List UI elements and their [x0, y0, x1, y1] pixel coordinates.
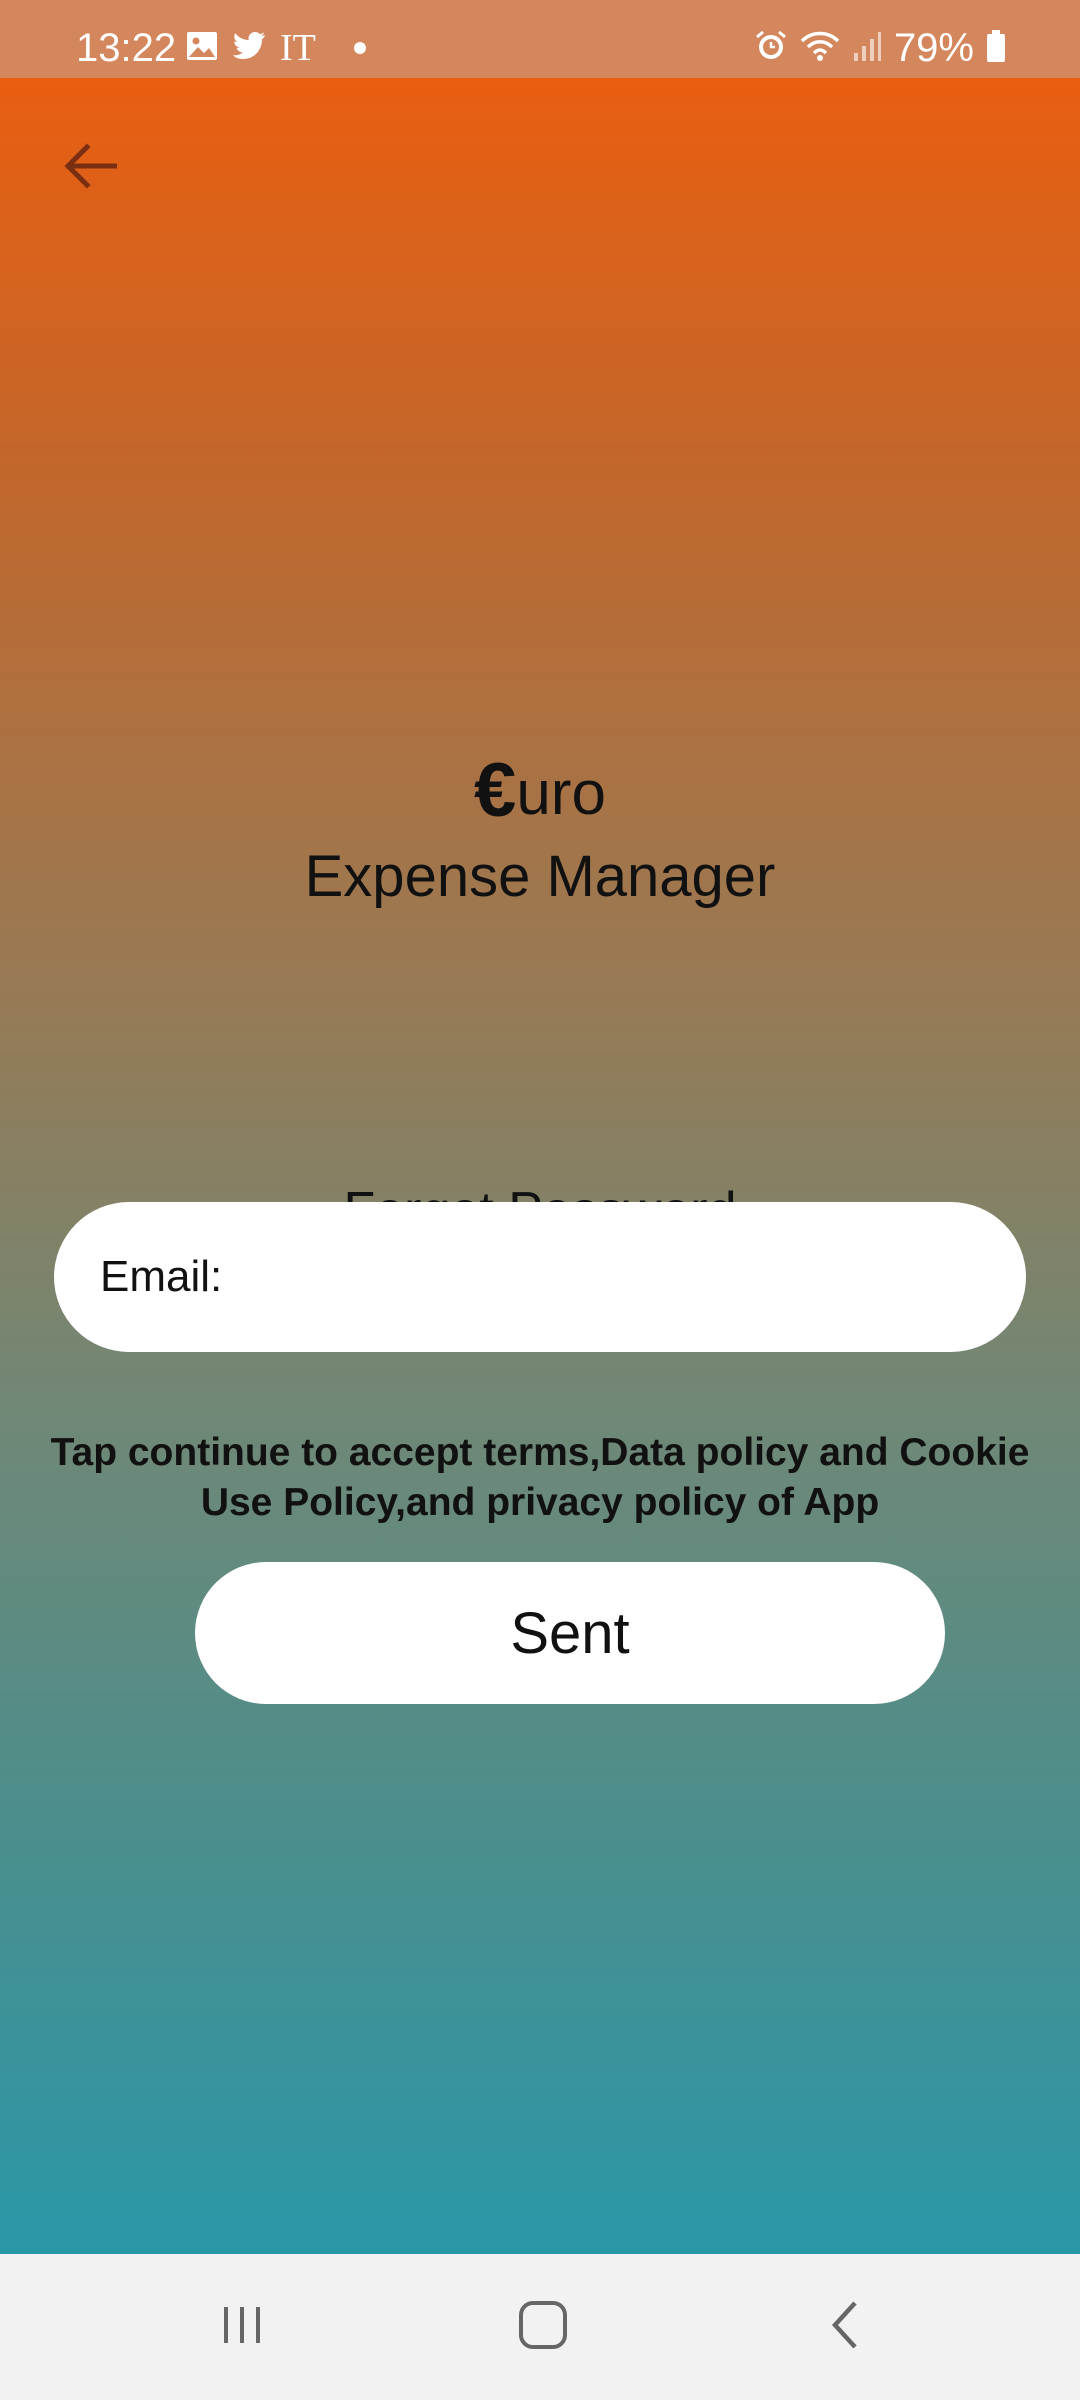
- battery-percentage: 79%: [893, 26, 974, 70]
- notification-icons: IT: [186, 24, 366, 72]
- euro-symbol: €: [474, 748, 517, 833]
- back-icon: [827, 2299, 863, 2356]
- signal-icon: [852, 29, 882, 68]
- battery-icon: [986, 29, 1006, 68]
- back-button[interactable]: [50, 128, 130, 208]
- app-name: €uro: [0, 748, 1080, 837]
- app-brand: €uro Expense Manager: [0, 748, 1080, 917]
- terms-notice: Tap continue to accept terms,Data policy…: [30, 1428, 1050, 1528]
- system-navigation-bar: [0, 2254, 1080, 2400]
- forgot-password-screen: €uro Expense Manager Forgot Password Ema…: [0, 78, 1080, 2254]
- carrier-label: IT: [280, 27, 316, 69]
- nav-back-button[interactable]: [765, 2254, 925, 2400]
- alarm-icon: [754, 29, 788, 68]
- email-field[interactable]: Email:: [54, 1201, 1026, 1353]
- terms-line-2: Use Policy,and privacy policy of App: [200, 1481, 880, 1524]
- email-label: Email:: [100, 1252, 223, 1301]
- recent-apps-icon: [218, 2301, 266, 2354]
- system-icons: 79%: [754, 24, 1006, 72]
- notification-dot: [353, 42, 366, 54]
- wifi-icon: [800, 29, 840, 68]
- home-button[interactable]: [463, 2254, 623, 2400]
- email-input[interactable]: [222, 1201, 1026, 1353]
- status-bar: 13:22 IT 79%: [0, 0, 1080, 78]
- status-time: 13:22: [76, 26, 177, 70]
- twitter-icon: [232, 31, 266, 66]
- home-icon: [517, 2299, 569, 2356]
- app-subtitle: Expense Manager: [304, 844, 776, 909]
- terms-line-1: Tap continue to accept terms,Data policy…: [50, 1431, 1030, 1474]
- gallery-icon: [186, 31, 218, 66]
- app-name-rest: uro: [516, 759, 606, 828]
- sent-button[interactable]: Sent: [195, 1562, 945, 1704]
- arrow-left-icon: [63, 142, 118, 194]
- recent-apps-button[interactable]: [162, 2254, 322, 2400]
